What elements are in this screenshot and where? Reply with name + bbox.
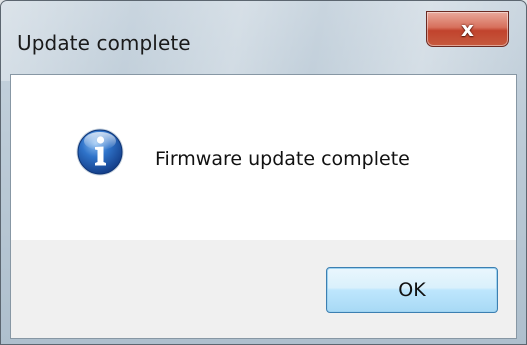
info-icon: [76, 128, 124, 176]
window-title: Update complete: [17, 31, 191, 55]
close-button[interactable]: x: [426, 11, 509, 47]
message-text: Firmware update complete: [155, 148, 410, 170]
close-icon: x: [461, 17, 474, 41]
ok-button[interactable]: OK: [326, 267, 498, 313]
dialog-window: Update complete x Firmware update comple…: [0, 0, 527, 345]
message-area: Firmware update complete: [11, 75, 516, 240]
dialog-client-area: Firmware update complete OK: [10, 74, 517, 339]
